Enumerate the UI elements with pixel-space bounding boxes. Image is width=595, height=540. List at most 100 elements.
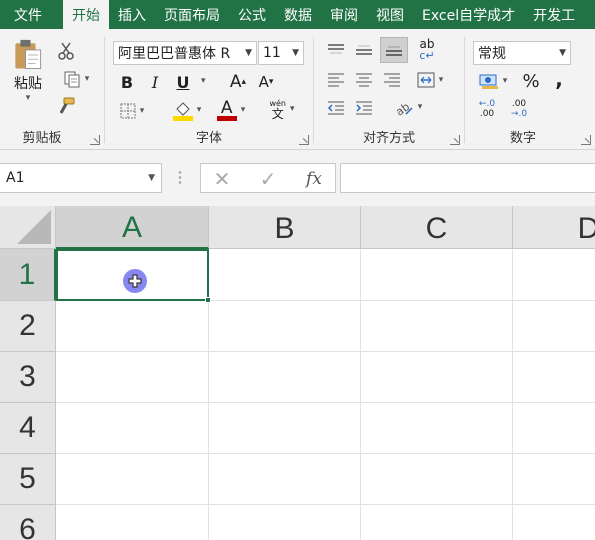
caret-up-icon: ▴ [241, 77, 247, 87]
row-header-6[interactable]: 6 [0, 505, 56, 540]
column-header-a[interactable]: A [56, 206, 209, 249]
chevron-down-icon: ▼ [245, 48, 252, 58]
tab-insert[interactable]: 插入 [109, 0, 155, 29]
insert-function-button[interactable]: fx [299, 168, 329, 190]
row-header-4[interactable]: 4 [0, 403, 56, 454]
align-center-button[interactable] [352, 69, 376, 91]
align-bottom-button[interactable] [380, 37, 408, 63]
font-size-value: 11 [263, 45, 281, 61]
wrap-arrow-icon: c↵ [419, 49, 435, 62]
font-color-letter: A [220, 97, 233, 118]
align-right-icon [384, 73, 400, 87]
font-group: 阿里巴巴普惠体 R ▼ 11 ▼ B I U ▾ A ▴ A ▾ ▾ ▾ A ▾… [105, 29, 313, 150]
tab-developer[interactable]: 开发工 [524, 0, 584, 29]
copy-button[interactable]: ▾ [56, 69, 96, 89]
scissors-icon [58, 42, 74, 60]
merge-center-button[interactable]: ▾ [410, 69, 450, 91]
fx-icon: fx [306, 169, 322, 189]
text-orientation-icon: ab [394, 100, 413, 116]
increase-decimal-button[interactable]: ←.0 .00 [473, 97, 501, 121]
name-box[interactable]: A1 ▼ [0, 163, 162, 193]
tab-formulas[interactable]: 公式 [229, 0, 275, 29]
fill-handle[interactable] [205, 297, 211, 303]
copy-icon [64, 71, 80, 88]
row-header-5[interactable]: 5 [0, 454, 56, 505]
row-header-3[interactable]: 3 [0, 352, 56, 403]
tab-review[interactable]: 审阅 [321, 0, 367, 29]
percent-button[interactable]: % [519, 69, 543, 93]
fill-color-button[interactable]: ▾ [169, 97, 205, 123]
enter-button[interactable]: ✓ [253, 167, 283, 191]
tab-view[interactable]: 视图 [367, 0, 413, 29]
tab-excel-zixue[interactable]: Excel自学成才 [413, 0, 524, 29]
font-group-label: 字体 [195, 131, 222, 146]
merge-icon [417, 72, 435, 88]
italic-button[interactable]: I [145, 71, 165, 93]
clipboard-launcher-icon[interactable] [90, 135, 100, 145]
paste-button[interactable]: 粘贴 ▾ [6, 39, 50, 103]
paint-bucket-icon [172, 102, 193, 121]
column-header-d[interactable]: D [513, 206, 595, 249]
font-name-select[interactable]: 阿里巴巴普惠体 R ▼ [113, 41, 257, 65]
underline-button[interactable]: U [173, 71, 193, 93]
alignment-group-label: 对齐方式 [362, 131, 415, 146]
number-launcher-icon[interactable] [581, 135, 591, 145]
phonetic-button[interactable]: wén 文 ▾ [259, 95, 305, 123]
paste-dropdown-icon: ▾ [25, 93, 31, 103]
clipboard-group-label: 剪贴板 [22, 131, 62, 146]
chevron-down-icon: ▾ [139, 106, 145, 116]
format-painter-icon [59, 97, 75, 114]
cancel-button[interactable]: ✕ [207, 167, 237, 191]
column-header-b[interactable]: B [209, 206, 361, 249]
tab-home[interactable]: 开始 [63, 0, 109, 29]
name-box-value: A1 [6, 170, 25, 186]
number-format-select[interactable]: 常规 ▼ [473, 41, 571, 65]
bold-button[interactable]: B [117, 71, 137, 93]
clipboard-group: 粘贴 ▾ ▾ 剪贴板 [0, 29, 104, 150]
phonetic-char: 文 [271, 107, 284, 121]
chevron-down-icon: ▼ [148, 173, 155, 183]
decrease-decimal-button[interactable]: .00 →.0 [505, 97, 533, 121]
accounting-format-button[interactable]: ▾ [473, 69, 513, 93]
column-header-c[interactable]: C [361, 206, 513, 249]
row-header-1[interactable]: 1 [0, 249, 56, 301]
paste-label: 粘贴 [14, 76, 42, 92]
chevron-down-icon: ▾ [438, 75, 444, 85]
drag-handle-icon[interactable] [178, 170, 182, 186]
gridline [56, 453, 595, 454]
comma-style-button[interactable]: , [549, 67, 569, 91]
grow-font-button[interactable]: A ▴ [227, 71, 249, 93]
alignment-launcher-icon[interactable] [450, 135, 460, 145]
copy-dropdown-icon: ▾ [84, 74, 90, 84]
select-all-button[interactable] [0, 206, 56, 249]
font-size-select[interactable]: 11 ▼ [258, 41, 304, 65]
align-middle-icon [356, 45, 372, 55]
formula-buttons: ✕ ✓ fx [200, 163, 336, 193]
formula-input[interactable] [340, 163, 595, 193]
wrap-text-button[interactable]: ab c↵ [414, 37, 440, 63]
cut-button[interactable] [56, 41, 76, 61]
align-middle-button[interactable] [352, 39, 376, 61]
shrink-font-button[interactable]: A ▾ [255, 71, 277, 93]
underline-dropdown-icon[interactable]: ▾ [201, 76, 206, 86]
tab-page-layout[interactable]: 页面布局 [155, 0, 229, 29]
increase-indent-button[interactable] [352, 97, 376, 119]
borders-button[interactable]: ▾ [117, 99, 147, 123]
tab-data[interactable]: 数据 [275, 0, 321, 29]
caret-down-icon: ▾ [268, 77, 274, 87]
row-header-2[interactable]: 2 [0, 301, 56, 352]
phonetic-icon: wén 文 [269, 98, 286, 120]
align-right-button[interactable] [380, 69, 404, 91]
font-color-button[interactable]: A ▾ [211, 97, 251, 123]
align-left-button[interactable] [324, 69, 348, 91]
ribbon-tab-bar: 文件 开始 插入 页面布局 公式 数据 审阅 视图 Excel自学成才 开发工 [0, 0, 595, 29]
orientation-button[interactable]: ab ▾ [388, 95, 428, 119]
decrease-indent-button[interactable] [324, 97, 348, 119]
font-launcher-icon[interactable] [299, 135, 309, 145]
format-painter-button[interactable] [56, 95, 76, 117]
align-top-button[interactable] [324, 39, 348, 61]
font-color-swatch: A [216, 97, 237, 121]
tab-file[interactable]: 文件 [0, 0, 63, 29]
chevron-down-icon: ▾ [240, 105, 246, 115]
align-center-icon [356, 73, 372, 87]
